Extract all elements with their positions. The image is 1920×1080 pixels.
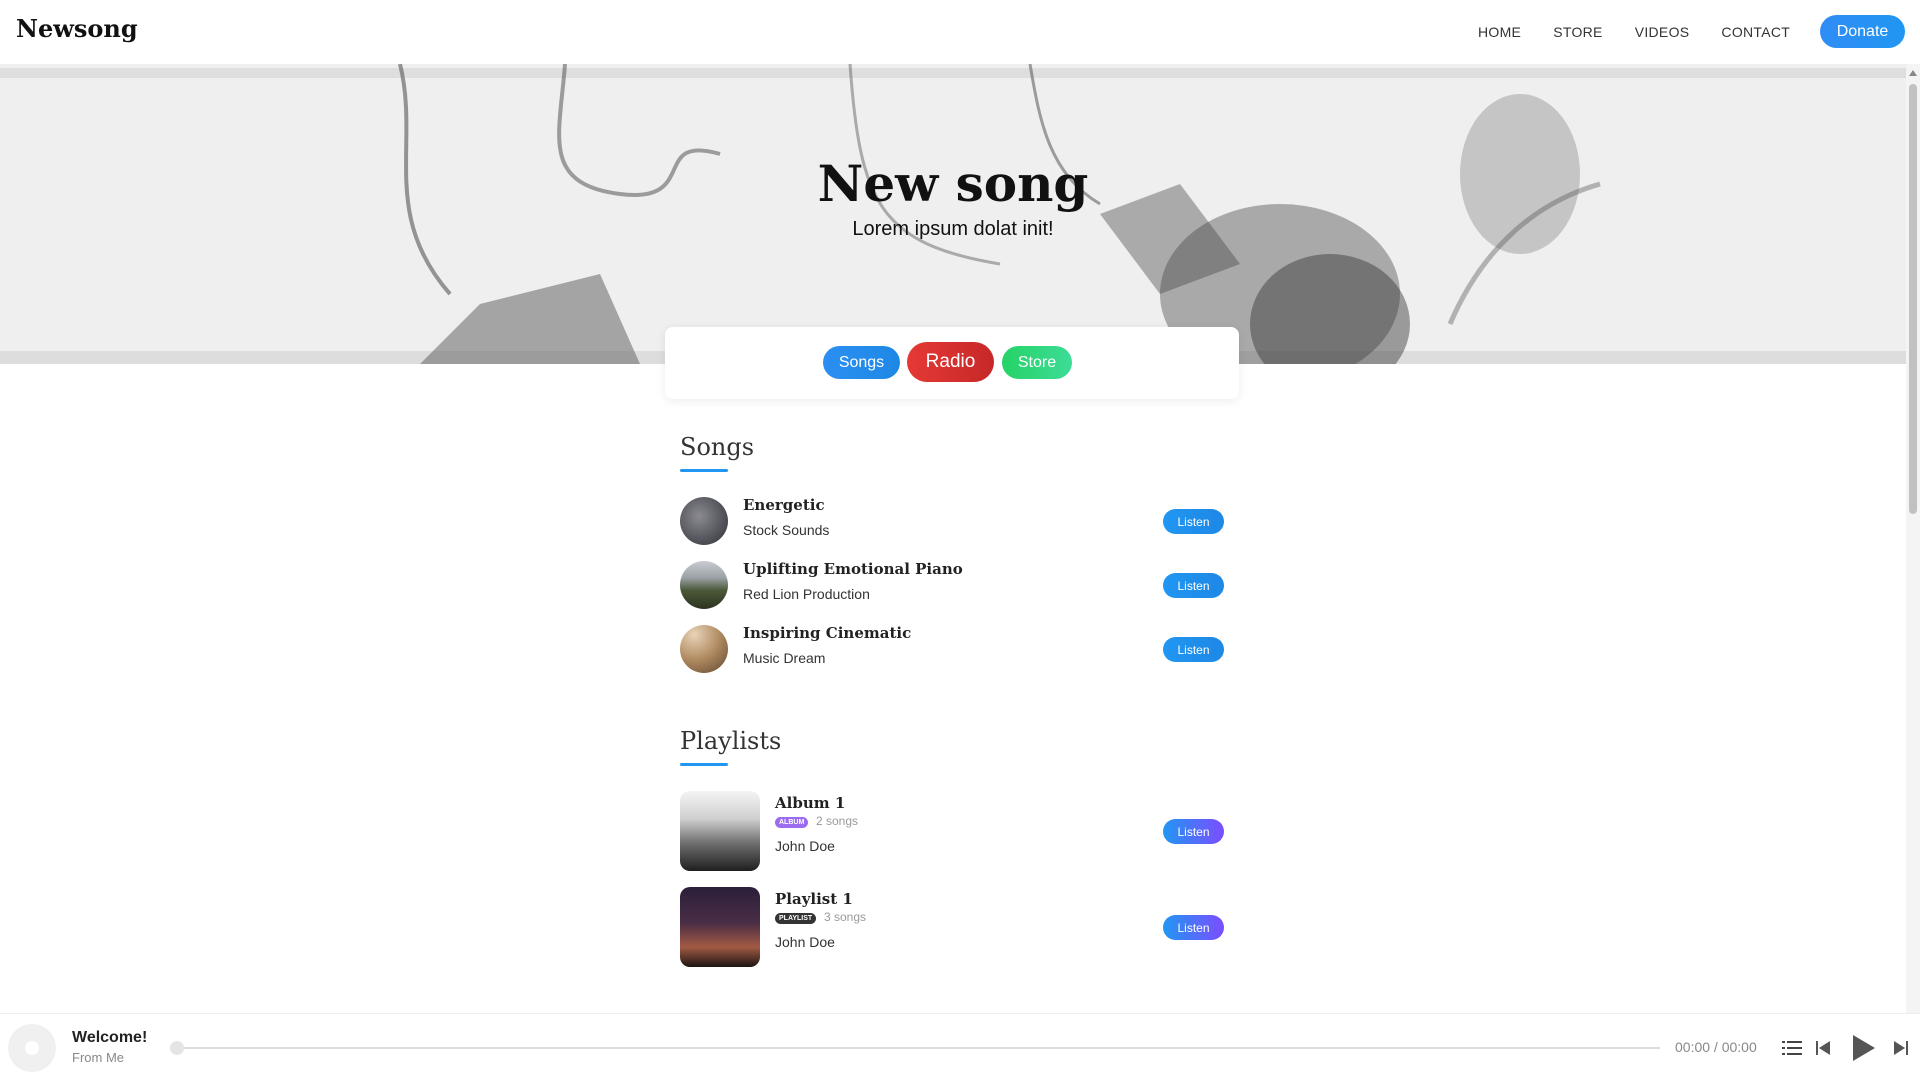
playlist-owner: John Doe [775, 934, 835, 950]
listen-button[interactable]: Listen [1163, 573, 1224, 598]
listen-button[interactable]: Listen [1163, 915, 1224, 940]
hero-banner: New song Lorem ipsum dolat init! [0, 64, 1906, 364]
album-cover-image [680, 791, 760, 871]
playlist-title[interactable]: Album 1 [775, 794, 845, 812]
song-cover-image [680, 497, 728, 545]
song-title[interactable]: Inspiring Cinematic [743, 624, 911, 642]
player-track-title: Welcome! [72, 1029, 148, 1046]
progress-track[interactable] [174, 1047, 1660, 1049]
songs-section-title: Songs [680, 433, 755, 461]
playlist-title[interactable]: Playlist 1 [775, 890, 853, 908]
listen-button[interactable]: Listen [1163, 819, 1224, 844]
playlist-owner: John Doe [775, 838, 835, 854]
song-row: Inspiring Cinematic Music Dream Listen [680, 622, 1224, 678]
song-count: 2 songs [816, 814, 859, 828]
radio-tab-button[interactable]: Radio [907, 342, 994, 382]
donate-button[interactable]: Donate [1820, 15, 1905, 48]
song-cover-image [680, 561, 728, 609]
scroll-up-arrow-icon[interactable] [1909, 70, 1917, 76]
song-title[interactable]: Uplifting Emotional Piano [743, 560, 963, 578]
song-artist: Music Dream [743, 650, 826, 666]
page-scrollbar[interactable] [1906, 64, 1920, 1016]
playlists-title-underline [680, 763, 728, 766]
playlist-row: Playlist 1 PLAYLIST 3 songs John Doe Lis… [680, 887, 1224, 969]
play-icon[interactable] [1853, 1035, 1875, 1066]
player-track-artist: From Me [72, 1050, 124, 1065]
previous-track-icon[interactable] [1816, 1041, 1830, 1060]
song-count: 3 songs [824, 910, 867, 924]
nav-home[interactable]: HOME [1478, 24, 1521, 40]
hero-subtitle: Lorem ipsum dolat init! [852, 218, 1054, 240]
song-row: Uplifting Emotional Piano Red Lion Produ… [680, 558, 1224, 614]
audio-player-bar: Welcome! From Me 00:00 / 00:00 [0, 1013, 1920, 1080]
player-cover-avatar [8, 1024, 56, 1072]
listen-button[interactable]: Listen [1163, 637, 1224, 662]
playlists-section-title: Playlists [680, 727, 782, 755]
playlist-badge: PLAYLIST [775, 913, 817, 924]
brand-logo[interactable]: Newsong [16, 14, 138, 43]
song-artist: Stock Sounds [743, 522, 830, 538]
playlist-queue-icon[interactable] [1782, 1040, 1802, 1061]
song-cover-image [680, 625, 728, 673]
category-card: Songs Radio Store [665, 327, 1239, 399]
playlist-cover-image [680, 887, 760, 967]
progress-knob[interactable] [170, 1041, 184, 1055]
scrollbar-thumb[interactable] [1909, 84, 1917, 514]
album-badge: ALBUM [775, 817, 809, 828]
nav-contact[interactable]: CONTACT [1721, 24, 1790, 40]
listen-button[interactable]: Listen [1163, 509, 1224, 534]
main-nav: HOME STORE VIDEOS CONTACT [1446, 24, 1790, 40]
nav-videos[interactable]: VIDEOS [1635, 24, 1690, 40]
song-artist: Red Lion Production [743, 586, 870, 602]
top-navbar: Newsong HOME STORE VIDEOS CONTACT Donate [0, 0, 1920, 64]
nav-store[interactable]: STORE [1553, 24, 1602, 40]
songs-tab-button[interactable]: Songs [823, 346, 900, 379]
songs-title-underline [680, 469, 728, 472]
hero-title: New song [817, 154, 1089, 213]
song-title[interactable]: Energetic [743, 496, 825, 514]
hero-background-image [0, 64, 1906, 364]
playlist-row: Album 1 ALBUM 2 songs John Doe Listen [680, 791, 1224, 873]
next-track-icon[interactable] [1894, 1041, 1908, 1060]
time-display: 00:00 / 00:00 [1675, 1039, 1757, 1055]
song-row: Energetic Stock Sounds Listen [680, 494, 1224, 550]
store-tab-button[interactable]: Store [1002, 346, 1072, 379]
